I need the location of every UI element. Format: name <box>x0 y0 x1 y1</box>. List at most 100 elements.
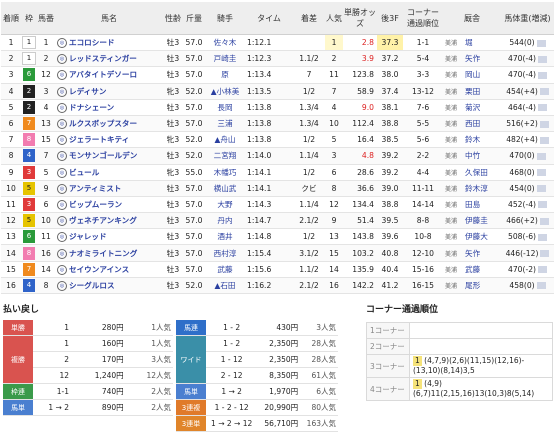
chart-icon[interactable] <box>539 120 549 128</box>
trainer-link[interactable]: 栗田 <box>465 87 480 96</box>
horse-name-cell[interactable]: ◎ ジャレッド <box>55 228 163 246</box>
chart-icon[interactable] <box>540 250 550 258</box>
horse-name-link[interactable]: シーグルロス <box>69 281 115 290</box>
trainer-link[interactable]: 田島 <box>465 200 480 209</box>
horse-name-link[interactable]: ジェラートキティ <box>69 135 129 144</box>
chart-icon[interactable] <box>536 185 546 193</box>
horse-name-link[interactable]: ルクスボップスター <box>69 119 137 128</box>
horse-name-link[interactable]: ジャレッド <box>69 232 107 241</box>
horse-name-link[interactable]: アンティミスト <box>69 184 121 193</box>
trainer-link[interactable]: 西田 <box>465 119 480 128</box>
mark-icon[interactable]: ◎ <box>57 199 67 210</box>
horse-name-cell[interactable]: ◎ アバタイトデソーロ <box>55 66 163 84</box>
horse-name-link[interactable]: ヴェネチアンキング <box>69 216 137 225</box>
horse-name-link[interactable]: エコロシード <box>69 38 115 47</box>
jockey-link[interactable]: 丹内 <box>205 212 245 230</box>
trainer-link[interactable]: 矢作 <box>465 249 480 258</box>
jockey-link[interactable]: ▲舟山 <box>205 131 245 149</box>
mark-icon[interactable]: ◎ <box>57 54 67 65</box>
horse-name-cell[interactable]: ◎ レッドスティンガー <box>55 50 163 68</box>
trainer-link[interactable]: 岡山 <box>465 70 480 79</box>
header-time[interactable]: タイム <box>245 2 293 35</box>
trainer-cell[interactable]: 美浦 岡山 <box>443 66 501 84</box>
header-rank[interactable]: 着順 <box>1 2 21 35</box>
horse-name-link[interactable]: ナオミライトニング <box>69 249 137 258</box>
chart-icon[interactable] <box>536 169 546 177</box>
trainer-link[interactable]: 堀 <box>465 38 473 47</box>
mark-icon[interactable]: ◎ <box>57 183 67 194</box>
jockey-link[interactable]: 三浦 <box>205 115 245 133</box>
mark-icon[interactable]: ◎ <box>57 135 67 146</box>
horse-name-link[interactable]: ビップムーラン <box>69 200 122 209</box>
chart-icon[interactable] <box>538 71 547 79</box>
horse-name-cell[interactable]: ◎ レディサン <box>55 83 163 100</box>
header-number[interactable]: 馬番 <box>37 2 55 35</box>
jockey-link[interactable]: 二宮翔 <box>205 147 245 165</box>
chart-icon[interactable] <box>539 88 549 96</box>
chart-icon[interactable] <box>538 233 547 241</box>
chart-icon[interactable] <box>536 39 546 47</box>
jockey-link[interactable]: 酒井 <box>205 228 245 246</box>
trainer-link[interactable]: 武藤 <box>465 265 480 274</box>
trainer-link[interactable]: 鈴木 <box>465 135 480 144</box>
trainer-link[interactable]: 矢作 <box>465 54 480 63</box>
jockey-link[interactable]: 戸崎圭 <box>205 50 245 68</box>
chart-icon[interactable] <box>536 282 546 290</box>
trainer-link[interactable]: 伊藤大 <box>465 232 488 241</box>
chart-icon[interactable] <box>538 104 547 112</box>
mark-icon[interactable]: ◎ <box>57 280 67 291</box>
jockey-link[interactable]: 大野 <box>205 196 245 214</box>
trainer-cell[interactable]: 美浦 中竹 <box>443 147 501 165</box>
horse-name-link[interactable]: レディサン <box>69 87 106 96</box>
mark-icon[interactable]: ◎ <box>57 248 67 259</box>
trainer-cell[interactable]: 美浦 伊藤圭 <box>443 212 501 230</box>
mark-icon[interactable]: ◎ <box>57 119 67 130</box>
header-waku[interactable]: 枠 <box>21 2 37 35</box>
trainer-cell[interactable]: 美浦 久保田 <box>443 164 501 181</box>
horse-name-link[interactable]: レッドスティンガー <box>69 54 137 63</box>
trainer-link[interactable]: 伊藤圭 <box>465 216 488 225</box>
chart-icon[interactable] <box>536 152 546 160</box>
mark-icon[interactable]: ◎ <box>57 232 67 243</box>
horse-name-cell[interactable]: ◎ エコロシード <box>55 34 163 52</box>
mark-icon[interactable]: ◎ <box>57 167 67 178</box>
mark-icon[interactable]: ◎ <box>57 102 67 113</box>
chart-icon[interactable] <box>538 266 547 274</box>
trainer-cell[interactable]: 美浦 矢作 <box>443 244 501 262</box>
trainer-cell[interactable]: 美浦 田島 <box>443 196 501 214</box>
mark-icon[interactable]: ◎ <box>57 216 67 227</box>
jockey-link[interactable]: 木幡巧 <box>205 164 245 181</box>
horse-name-cell[interactable]: ◎ セイウンアインス <box>55 261 163 278</box>
trainer-link[interactable]: 菊沢 <box>465 103 480 112</box>
header-horse-name[interactable]: 馬名 <box>55 2 163 35</box>
mark-icon[interactable]: ◎ <box>57 70 67 81</box>
jockey-link[interactable]: 西村淳 <box>205 244 245 262</box>
mark-icon[interactable]: ◎ <box>57 86 67 97</box>
horse-name-cell[interactable]: ◎ ビップムーラン <box>55 196 163 214</box>
trainer-link[interactable]: 尾形 <box>465 281 480 290</box>
jockey-link[interactable]: 原 <box>205 66 245 84</box>
horse-name-cell[interactable]: ◎ ドナシェーン <box>55 99 163 116</box>
horse-name-cell[interactable]: ◎ モンサンゴールデン <box>55 147 163 165</box>
trainer-cell[interactable]: 美浦 鈴木 <box>443 131 501 149</box>
mark-icon[interactable]: ◎ <box>57 38 67 49</box>
horse-name-cell[interactable]: ◎ ヴェネチアンキング <box>55 212 163 230</box>
trainer-cell[interactable]: 美浦 鈴木淳 <box>443 180 501 197</box>
horse-name-link[interactable]: セイウンアインス <box>69 265 129 274</box>
header-odds[interactable]: 単勝オッズ <box>343 2 377 35</box>
horse-name-cell[interactable]: ◎ シーグルロス <box>55 277 163 295</box>
jockey-link[interactable]: ▲石田 <box>205 277 245 295</box>
chart-icon[interactable] <box>539 136 549 144</box>
horse-name-link[interactable]: モンサンゴールデン <box>69 151 137 160</box>
trainer-cell[interactable]: 美浦 栗田 <box>443 83 501 100</box>
trainer-link[interactable]: 中竹 <box>465 151 480 160</box>
horse-name-link[interactable]: ドナシェーン <box>69 103 114 112</box>
trainer-cell[interactable]: 美浦 矢作 <box>443 50 501 68</box>
jockey-link[interactable]: 佐々木 <box>205 34 245 52</box>
horse-name-link[interactable]: アバタイトデソーロ <box>69 70 137 79</box>
horse-name-cell[interactable]: ◎ ナオミライトニング <box>55 244 163 262</box>
mark-icon[interactable]: ◎ <box>57 264 67 275</box>
trainer-cell[interactable]: 美浦堀 <box>443 34 501 52</box>
trainer-cell[interactable]: 美浦 伊藤大 <box>443 228 501 246</box>
mark-icon[interactable]: ◎ <box>57 151 67 162</box>
